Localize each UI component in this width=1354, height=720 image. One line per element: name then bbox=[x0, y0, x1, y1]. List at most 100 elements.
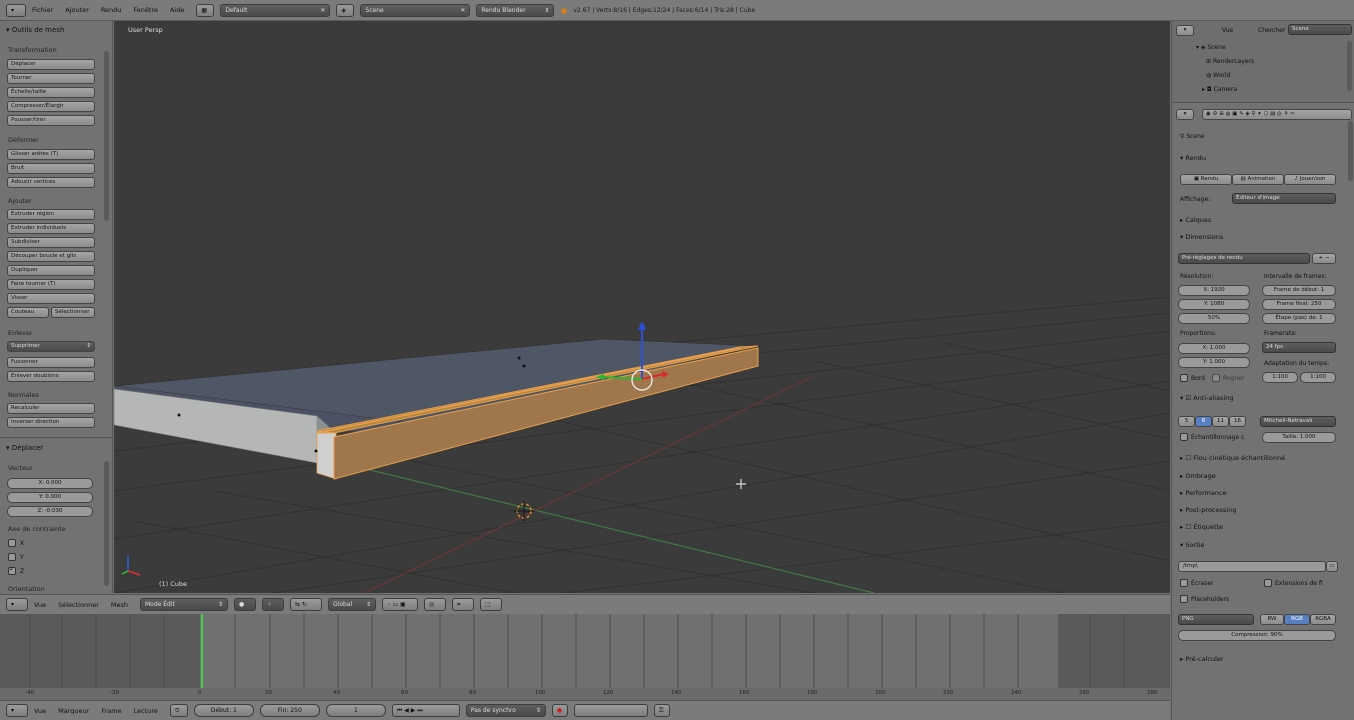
menu-vue[interactable]: Vue bbox=[34, 601, 46, 609]
extrude-individual-button[interactable]: Extruder individuels bbox=[7, 223, 95, 234]
screw-button[interactable]: Visser bbox=[7, 293, 95, 304]
duplicate-button[interactable]: Dupliquer bbox=[7, 265, 95, 276]
aa-size-field[interactable]: Taille: 1.000 bbox=[1262, 432, 1336, 443]
properties-scrollbar[interactable] bbox=[1348, 121, 1353, 181]
axis-x-checkbox[interactable] bbox=[8, 539, 16, 547]
full-sample-checkbox[interactable] bbox=[1180, 433, 1188, 441]
compression-slider[interactable]: Compression: 90% bbox=[1178, 630, 1336, 641]
screen-layout-dropdown[interactable]: Default ✕ bbox=[220, 3, 331, 17]
outliner-scrollbar[interactable] bbox=[1347, 41, 1352, 91]
editor-type-button[interactable]: ▾ bbox=[6, 3, 26, 17]
menu-aide[interactable]: Aide bbox=[170, 6, 184, 14]
aa-samples-16[interactable]: 16 bbox=[1229, 416, 1246, 427]
3d-viewport[interactable]: User Persp (1) Cube bbox=[114, 21, 1170, 593]
playback-controls[interactable]: ⏮ ◀ ▶ ⏭ bbox=[391, 704, 460, 717]
outliner-menu-chercher[interactable]: Chercher bbox=[1258, 27, 1285, 34]
recalculate-button[interactable]: Recalculer bbox=[7, 403, 95, 414]
preset-add-remove-buttons[interactable]: + − bbox=[1312, 253, 1336, 264]
border-checkbox[interactable] bbox=[1180, 374, 1188, 382]
color-mode-rgb[interactable]: RGB bbox=[1284, 614, 1310, 625]
push-pull-button[interactable]: Pousser/tirer bbox=[7, 115, 95, 126]
keying-set-field[interactable] bbox=[573, 704, 648, 717]
aa-samples-8[interactable]: 8 bbox=[1195, 416, 1212, 427]
placeholders-checkbox[interactable] bbox=[1180, 595, 1188, 603]
select-button[interactable]: Sélectionner bbox=[51, 307, 95, 318]
merge-button[interactable]: Fusionner bbox=[7, 357, 95, 368]
outliner-item-world[interactable]: ◍ World bbox=[1206, 72, 1230, 79]
frame-end-field[interactable]: Frame final: 250 bbox=[1262, 299, 1336, 310]
render-image-button[interactable]: ▣ Rendu bbox=[1180, 174, 1232, 185]
loop-cut-slide-button[interactable]: Découper boucle et glis bbox=[7, 251, 95, 262]
scale-button[interactable]: Échelle/taille bbox=[7, 87, 95, 98]
pivot-dropdown[interactable]: ⁘ bbox=[262, 598, 284, 611]
smooth-vertex-button[interactable]: Adoucir vertices bbox=[7, 177, 95, 188]
menu-mesh[interactable]: Mesh bbox=[111, 601, 128, 609]
manipulator-toggle[interactable]: ⇆ ↻ bbox=[290, 598, 322, 611]
mode-dropdown[interactable]: Mode Édit ⇕ bbox=[140, 598, 228, 611]
end-frame-field[interactable]: Fin: 250 bbox=[259, 704, 320, 717]
editor-type-button[interactable]: ▾ bbox=[6, 598, 28, 611]
properties-editor-button[interactable]: ▾ bbox=[1176, 109, 1194, 120]
knife-button[interactable]: Couteau bbox=[7, 307, 49, 318]
shading-panel-header[interactable]: ▸ Ombrage bbox=[1180, 472, 1216, 480]
crop-checkbox[interactable] bbox=[1212, 374, 1220, 382]
overwrite-checkbox[interactable] bbox=[1180, 579, 1188, 587]
extrude-region-button[interactable]: Extruder région bbox=[7, 209, 95, 220]
remove-doubles-button[interactable]: Enlever doublons bbox=[7, 371, 95, 382]
spin-button[interactable]: Faire tourner (T) bbox=[7, 279, 95, 290]
vector-y-field[interactable]: Y: 0.000 bbox=[7, 492, 93, 503]
stamp-panel-header[interactable]: ▸ ☐ Étiquette bbox=[1180, 523, 1223, 531]
menu-lecture[interactable]: Lecture bbox=[134, 707, 158, 715]
outliner-display-dropdown[interactable]: Scene bbox=[1288, 24, 1352, 35]
proportional-edit-button[interactable]: ◎ bbox=[424, 598, 446, 611]
menu-fenetre[interactable]: Fenêtre bbox=[133, 6, 158, 14]
framerate-dropdown[interactable]: 24 fps bbox=[1262, 342, 1336, 353]
menu-ajouter[interactable]: Ajouter bbox=[65, 6, 89, 14]
axis-y-checkbox[interactable] bbox=[8, 553, 16, 561]
3d-cursor-icon[interactable] bbox=[514, 501, 534, 521]
shrink-fatten-button[interactable]: Compresser/Élargir bbox=[7, 101, 95, 112]
render-animation-button[interactable]: ▤ Animation bbox=[1232, 174, 1284, 185]
noise-button[interactable]: Bruit bbox=[7, 163, 95, 174]
editor-type-button[interactable]: ▾ bbox=[6, 704, 28, 717]
menu-frame[interactable]: Frame bbox=[101, 707, 121, 715]
folder-icon[interactable]: ▭ bbox=[1326, 561, 1338, 572]
color-mode-rgba[interactable]: RGBA bbox=[1310, 614, 1336, 625]
record-button[interactable]: ● bbox=[551, 704, 568, 717]
menu-selectionner[interactable]: Sélectionner bbox=[58, 601, 99, 609]
render-presets-dropdown[interactable]: Pré-réglages de rendu bbox=[1178, 253, 1310, 264]
time-remap-new-field[interactable]: 1:100 bbox=[1300, 372, 1336, 383]
outliner-editor-button[interactable]: ▾ bbox=[1176, 25, 1194, 36]
play-audio-button[interactable]: ♪ Jouer/son bbox=[1284, 174, 1336, 185]
frame-step-field[interactable]: Étape (pas) de: 1 bbox=[1262, 313, 1336, 324]
snap-button[interactable]: ⌗ bbox=[452, 598, 474, 611]
timeline[interactable] bbox=[0, 614, 1170, 694]
resolution-x-field[interactable]: X: 1920 bbox=[1178, 285, 1250, 296]
subdivide-button[interactable]: Subdiviser bbox=[7, 237, 95, 248]
outliner-menu-vue[interactable]: Vue bbox=[1222, 27, 1233, 34]
sync-dropdown[interactable]: Pas de synchro ⇕ bbox=[465, 704, 546, 717]
render-engine-dropdown[interactable]: Rendu Blender ⇕ bbox=[476, 3, 555, 17]
delete-dropdown[interactable]: Supprimer ⇕ bbox=[7, 341, 95, 352]
axis-z-checkbox[interactable]: ✓ bbox=[8, 565, 16, 575]
menu-marqueur[interactable]: Marqueur bbox=[58, 707, 89, 715]
preview-range-button[interactable]: ⏲ bbox=[169, 704, 188, 717]
file-format-dropdown[interactable]: PNG bbox=[1178, 614, 1254, 625]
scene-dropdown[interactable]: Scene ✕ bbox=[360, 3, 471, 17]
menu-rendu[interactable]: Rendu bbox=[101, 6, 122, 14]
performance-panel-header[interactable]: ▸ Performance bbox=[1180, 489, 1227, 497]
aa-filter-dropdown[interactable]: Mitchell-Netravali bbox=[1260, 416, 1336, 427]
menu-fichier[interactable]: Fichier bbox=[32, 6, 53, 14]
layers-panel-header[interactable]: ▸ Calques bbox=[1180, 216, 1211, 224]
edge-slide-button[interactable]: Glisser arêtes (T) bbox=[7, 149, 95, 160]
bake-panel-header[interactable]: ▸ Pré-calculer bbox=[1180, 655, 1224, 663]
aa-samples-5[interactable]: 5 bbox=[1178, 416, 1195, 427]
screen-layout-icon[interactable]: ▦ bbox=[196, 3, 215, 17]
viewport-shading-dropdown[interactable]: ● bbox=[234, 598, 256, 611]
rotate-button[interactable]: Tourner bbox=[7, 73, 95, 84]
render-panel-header[interactable]: ▾ Rendu bbox=[1180, 154, 1206, 162]
aa-samples-11[interactable]: 11 bbox=[1212, 416, 1229, 427]
tool-shelf-scrollbar[interactable] bbox=[104, 51, 109, 221]
insert-keyframe-button[interactable]: ⚿ bbox=[653, 704, 670, 717]
operator-panel-title[interactable]: ▾ Déplacer bbox=[6, 444, 43, 452]
